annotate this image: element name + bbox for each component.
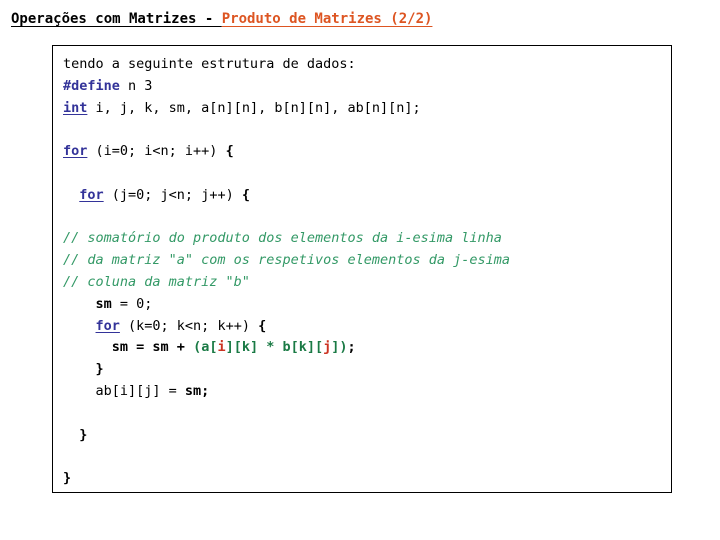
code-token-bold: sm [95,295,112,312]
code-block-container: tendo a seguinte estrutura de dados: #def… [52,45,672,493]
code-token-bold: { [225,143,234,160]
code-line: for (i=0; i<n; i++) { [63,141,510,163]
code-token-index: i [217,339,226,356]
code-token-plain: (i=0; i<n; i++) [87,143,226,160]
code-token-bold: } [95,361,104,378]
code-token-expr: ]) [331,339,348,356]
code-line: } [63,359,510,381]
code-token-comment: // somatório do produto dos elementos da… [63,230,502,247]
code-token-plain: i, j, k, sm, a[n][n], b[n][n], ab[n][n]; [87,99,421,116]
page-title-main: Operações com Matrizes - [11,11,222,27]
code-line: for (j=0; j<n; j++) { [63,185,510,207]
code-line: for (k=0; k<n; k++) { [63,316,510,338]
code-token-comment: // da matriz "a" com os respetivos eleme… [63,252,511,269]
code-token-comment: // coluna da matriz "b" [63,273,250,290]
code-listing: tendo a seguinte estrutura de dados: #def… [63,54,510,490]
code-token-plain: n 3 [119,77,153,94]
code-token-expr: ][k] * b[k][ [225,339,324,356]
code-line: ab[i][j] = sm; [63,381,510,403]
code-token-plain: (k=0; k<n; k++) [119,317,259,334]
code-line: tendo a seguinte estrutura de dados: [63,54,510,76]
code-token-kw-u: for [63,143,88,160]
code-token-kw-u: int [63,99,88,116]
code-line: sm = sm + (a[i][k] * b[k][j]); [63,337,510,359]
code-token-kw-u: for [79,186,104,203]
page-title-accent: Produto de Matrizes (2/2) [221,11,433,27]
code-token-plain: tendo a seguinte estrutura de dados: [63,56,356,72]
code-token-expr: (a[ [193,339,218,356]
code-token-bold: sm = sm + [111,339,194,356]
code-token-kw-u: for [95,317,120,334]
code-token-plain: = 0; [111,295,153,312]
code-token-kw: #define [63,77,120,94]
code-line: // coluna da matriz "b" [63,272,510,294]
code-line: } [63,425,510,447]
code-token-bold: sm; [184,382,210,399]
code-line: #define n 3 [63,76,510,98]
code-token-bold: { [258,317,267,334]
code-token-bold: { [241,186,250,203]
code-line: // somatório do produto dos elementos da… [63,228,510,250]
code-token-bold: } [79,426,88,443]
code-token-bold: } [63,470,72,487]
code-token-bold: ; [347,339,356,356]
code-line: sm = 0; [63,294,510,316]
page-title: Operações com Matrizes - Produto de Matr… [11,10,432,28]
code-line: } [63,468,510,490]
code-line: // da matriz "a" com os respetivos eleme… [63,250,510,272]
code-token-plain: ab[i][j] = [63,382,185,399]
code-line: int i, j, k, sm, a[n][n], b[n][n], ab[n]… [63,98,510,120]
code-token-plain: (j=0; j<n; j++) [103,186,242,203]
